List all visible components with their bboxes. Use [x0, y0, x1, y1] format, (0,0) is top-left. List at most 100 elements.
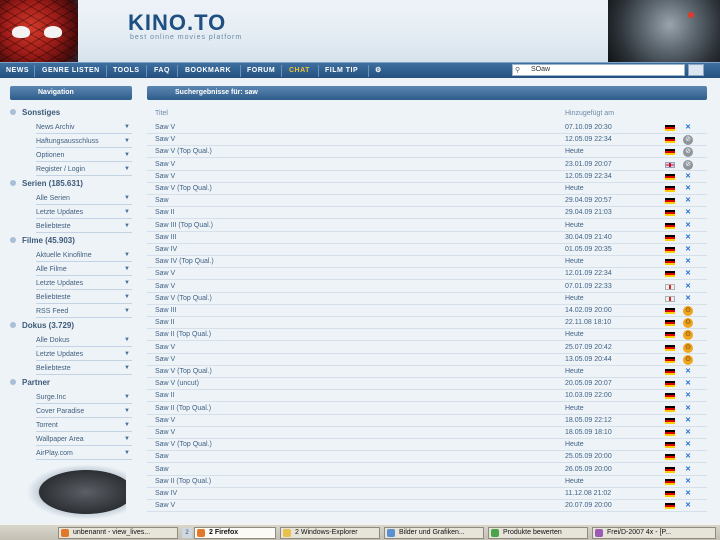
result-title-link[interactable]: Saw IV	[155, 488, 177, 500]
result-title-link[interactable]: Saw V (Top Qual.)	[155, 439, 212, 451]
sidebar-item-filme-beliebteste[interactable]: Beliebteste ▼	[36, 291, 132, 304]
nav-bookmark[interactable]: BOOKMARK	[185, 63, 231, 79]
result-title-link[interactable]: Saw V	[155, 159, 175, 171]
result-row[interactable]: Saw V 07.10.09 20:30 ✕	[147, 122, 707, 134]
nav-film-tip[interactable]: FILM TIP	[325, 63, 358, 79]
result-title-link[interactable]: Saw V	[155, 427, 175, 439]
sidebar-item-surge-inc[interactable]: Surge.Inc ▼	[36, 391, 132, 404]
taskbar-button[interactable]: Frei/D-2007 4x - [P...	[592, 527, 716, 539]
nav-chat[interactable]: CHAT	[289, 63, 310, 79]
sidebar-item-serien-letzte-updates[interactable]: Letzte Updates ▼	[36, 206, 132, 219]
result-title-link[interactable]: Saw V	[155, 342, 175, 354]
result-row[interactable]: Saw V 23.01.09 20:07 ⊘	[147, 159, 707, 171]
result-title-link[interactable]: Saw II	[155, 317, 174, 329]
result-title-link[interactable]: Saw V	[155, 171, 175, 183]
sidebar-item-alle-filme[interactable]: Alle Filme ▼	[36, 263, 132, 276]
result-title-link[interactable]: Saw	[155, 195, 169, 207]
nav-genre-listen[interactable]: GENRE LISTEN	[42, 63, 100, 79]
sidebar-item-haftungsausschluss[interactable]: Haftungsausschluss ▼	[36, 135, 132, 148]
sidebar-item-wallpaper-area[interactable]: Wallpaper Area ▼	[36, 433, 132, 446]
result-title-link[interactable]: Saw III	[155, 305, 176, 317]
sidebar-item-serien-beliebteste[interactable]: Beliebteste ▼	[36, 220, 132, 233]
result-row[interactable]: Saw V (Top Qual.) Heute ✕	[147, 293, 707, 305]
result-row[interactable]: Saw V (Top Qual.) Heute ✕	[147, 439, 707, 452]
sidebar-item-optionen[interactable]: Optionen ▼	[36, 149, 132, 162]
result-title-link[interactable]: Saw V	[155, 354, 175, 366]
taskbar-button-firefox[interactable]: 2 Firefox	[194, 527, 276, 539]
result-row[interactable]: Saw V 18.05.09 18:10 ✕	[147, 427, 707, 439]
result-title-link[interactable]: Saw	[155, 464, 169, 476]
result-row[interactable]: Saw V (Top Qual.) Heute ✕	[147, 183, 707, 195]
sidebar-item-rss-feed[interactable]: RSS Feed ▼	[36, 305, 132, 318]
result-row[interactable]: Saw II 22.11.08 18:10 ⊙	[147, 317, 707, 330]
result-title-link[interactable]: Saw IV	[155, 244, 177, 256]
result-row[interactable]: Saw III 14.02.09 20:00 ⊙	[147, 305, 707, 317]
sidebar-item-torrent[interactable]: Torrent ▼	[36, 419, 132, 432]
result-row[interactable]: Saw 26.05.09 20:00 ✕	[147, 464, 707, 476]
sidebar-item-news-archiv[interactable]: News Archiv ▼	[36, 121, 132, 134]
result-title-link[interactable]: Saw II	[155, 390, 174, 402]
column-header-title[interactable]: Titel	[155, 110, 168, 117]
result-row[interactable]: Saw V 07.01.09 22:33 ✕	[147, 281, 707, 293]
result-title-link[interactable]: Saw V (Top Qual.)	[155, 146, 212, 158]
result-title-link[interactable]: Saw V	[155, 268, 175, 280]
sidebar-item-register-login[interactable]: Register / Login ▼	[36, 163, 132, 176]
result-title-link[interactable]: Saw II (Top Qual.)	[155, 403, 211, 415]
result-title-link[interactable]: Saw V (uncut)	[155, 378, 199, 390]
result-title-link[interactable]: Saw V (Top Qual.)	[155, 293, 212, 305]
sidebar-item-airplay[interactable]: AirPlay.com ▼	[36, 447, 132, 460]
result-title-link[interactable]: Saw V	[155, 122, 175, 134]
result-row[interactable]: Saw II 29.04.09 21:03 ✕	[147, 207, 707, 220]
result-title-link[interactable]: Saw II (Top Qual.)	[155, 329, 211, 341]
result-row[interactable]: Saw V (Top Qual.) Heute ⊘	[147, 146, 707, 159]
taskbar-button-explorer[interactable]: 2 Windows-Explorer	[280, 527, 380, 539]
result-title-link[interactable]: Saw III (Top Qual.)	[155, 220, 213, 232]
result-row[interactable]: Saw IV (Top Qual.) Heute ✕	[147, 256, 707, 269]
result-title-link[interactable]: Saw V	[155, 500, 175, 512]
result-title-link[interactable]: Saw V	[155, 415, 175, 427]
result-title-link[interactable]: Saw V (Top Qual.)	[155, 366, 212, 378]
result-row[interactable]: Saw II (Top Qual.) Heute ⊙	[147, 329, 707, 342]
result-row[interactable]: Saw V 12.05.09 22:34 ⊘	[147, 134, 707, 147]
result-title-link[interactable]: Saw	[155, 451, 169, 463]
sidebar-category-filme[interactable]: Filme (45.903)	[10, 236, 75, 245]
nav-faq[interactable]: FAQ	[154, 63, 170, 79]
result-row[interactable]: Saw II (Top Qual.) Heute ✕	[147, 403, 707, 415]
result-title-link[interactable]: Saw II	[155, 207, 174, 219]
result-title-link[interactable]: Saw V	[155, 134, 175, 146]
nav-forum[interactable]: FORUM	[247, 63, 275, 79]
result-row[interactable]: Saw III 30.04.09 21:40 ✕	[147, 232, 707, 244]
result-row[interactable]: Saw 25.05.09 20:00 ✕	[147, 451, 707, 464]
result-title-link[interactable]: Saw III	[155, 232, 176, 244]
result-row[interactable]: Saw 29.04.09 20:57 ✕	[147, 195, 707, 208]
result-row[interactable]: Saw IV 11.12.08 21:02 ✕	[147, 488, 707, 500]
site-logo[interactable]: KINO.TO	[128, 10, 226, 36]
result-row[interactable]: Saw II 10.03.09 22:00 ✕	[147, 390, 707, 403]
sidebar-category-dokus[interactable]: Dokus (3.729)	[10, 321, 74, 330]
result-row[interactable]: Saw V 18.05.09 22:12 ✕	[147, 415, 707, 427]
taskbar-button[interactable]: Bilder und Grafiken...	[384, 527, 484, 539]
taskbar-button[interactable]: Produkte bewerten	[488, 527, 588, 539]
search-input[interactable]: SOaw	[512, 64, 685, 76]
result-row[interactable]: Saw V (Top Qual.) Heute ✕	[147, 366, 707, 378]
result-row[interactable]: Saw V 12.05.09 22:34 ✕	[147, 171, 707, 183]
result-row[interactable]: Saw V 12.01.09 22:34 ✕	[147, 268, 707, 281]
result-row[interactable]: Saw V (uncut) 20.05.09 20:07 ✕	[147, 378, 707, 391]
settings-gear-icon[interactable]: ⚙	[375, 63, 382, 79]
result-title-link[interactable]: Saw IV (Top Qual.)	[155, 256, 214, 268]
result-row[interactable]: Saw V 20.07.09 20:00 ✕	[147, 500, 707, 513]
result-title-link[interactable]: Saw V (Top Qual.)	[155, 183, 212, 195]
sidebar-item-aktuelle-kinofilme[interactable]: Aktuelle Kinofilme ▼	[36, 249, 132, 262]
sidebar-item-filme-letzte-updates[interactable]: Letzte Updates ▼	[36, 277, 132, 290]
sidebar-item-cover-paradise[interactable]: Cover Paradise ▼	[36, 405, 132, 418]
result-row[interactable]: Saw IV 01.05.09 20:35 ✕	[147, 244, 707, 256]
sidebar-item-alle-dokus[interactable]: Alle Dokus ▼	[36, 334, 132, 347]
sidebar-item-dokus-letzte-updates[interactable]: Letzte Updates ▼	[36, 348, 132, 361]
sidebar-category-sonstiges[interactable]: Sonstiges	[10, 108, 60, 117]
sidebar-category-serien[interactable]: Serien (185.631)	[10, 179, 83, 188]
taskbar-button[interactable]: unbenannt - view_lives...	[58, 527, 178, 539]
result-row[interactable]: Saw V 13.05.09 20:44 ⊙	[147, 354, 707, 366]
search-submit-button[interactable]	[688, 64, 704, 76]
result-row[interactable]: Saw V 25.07.09 20:42 ⊙	[147, 342, 707, 354]
column-header-date-added[interactable]: Hinzugefügt am	[565, 110, 614, 117]
